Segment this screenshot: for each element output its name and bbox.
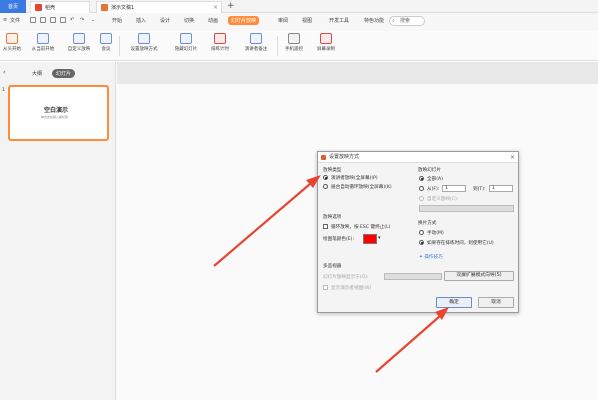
arrow-to-ok-button bbox=[375, 307, 449, 373]
annotation-arrows bbox=[213, 175, 449, 373]
arrow-to-speaker-mode bbox=[213, 175, 321, 267]
